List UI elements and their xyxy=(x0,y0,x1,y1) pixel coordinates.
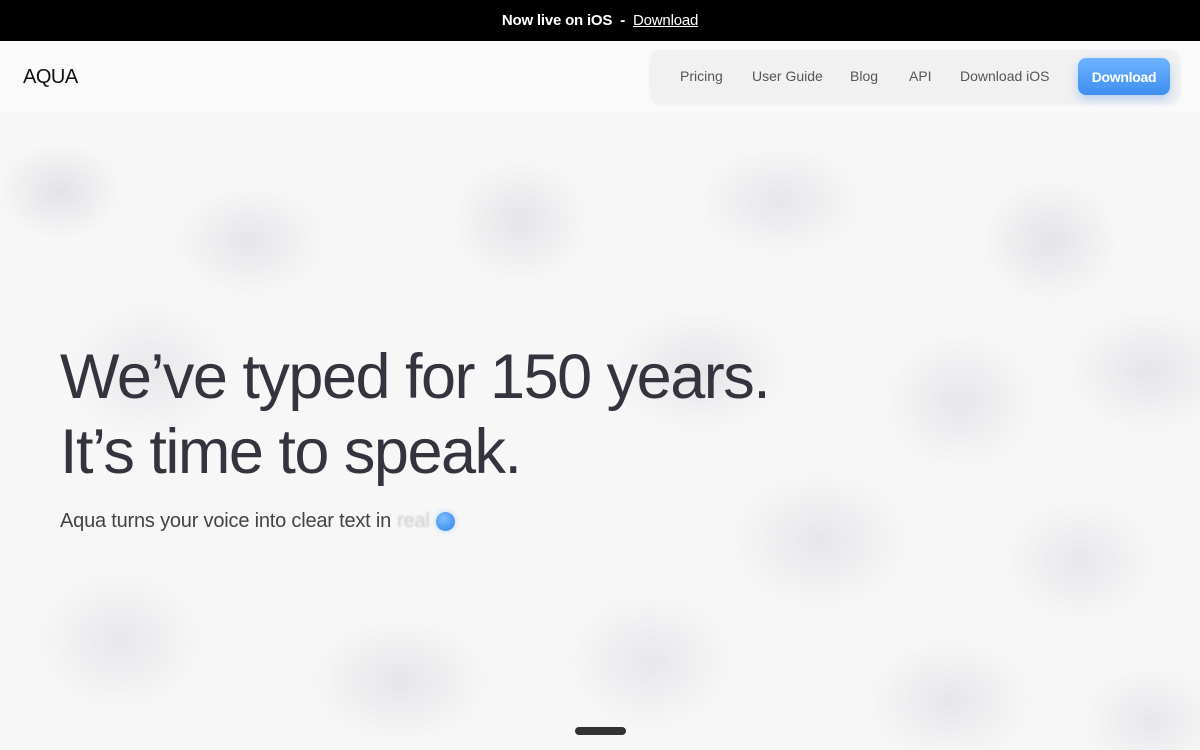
announcement-text: Now live on iOS xyxy=(501,12,613,29)
nav-pricing[interactable]: Pricing xyxy=(680,68,723,84)
subline-text: Aqua turns your voice into clear text in xyxy=(60,510,392,532)
nav-download-ios[interactable]: Download iOS xyxy=(960,68,1050,84)
hero-section: We’ve typed for 150 years. It’s time to … xyxy=(60,340,771,532)
announcement-separator: - xyxy=(620,12,626,29)
nav-blog[interactable]: Blog xyxy=(850,68,878,84)
headline-line-1: We’ve typed for 150 years. xyxy=(60,342,771,412)
subline-typing-text: real xyxy=(397,510,430,532)
headline-line-2: It’s time to speak. xyxy=(60,417,522,487)
logo[interactable]: AQUA xyxy=(23,66,78,89)
hero-subline: Aqua turns your voice into clear text in… xyxy=(60,510,455,533)
nav-api[interactable]: API xyxy=(909,68,932,84)
announcement-download-link[interactable]: Download xyxy=(633,12,698,29)
announcement-bar: Now live on iOS - Download xyxy=(0,0,1200,41)
download-button[interactable]: Download xyxy=(1078,58,1170,95)
recording-dot-icon xyxy=(435,512,455,531)
scroll-indicator[interactable] xyxy=(575,727,626,735)
site-header: AQUA Pricing User Guide Blog API Downloa… xyxy=(0,41,1200,113)
hero-headline: We’ve typed for 150 years. It’s time to … xyxy=(60,340,771,490)
nav-user-guide[interactable]: User Guide xyxy=(752,68,823,84)
